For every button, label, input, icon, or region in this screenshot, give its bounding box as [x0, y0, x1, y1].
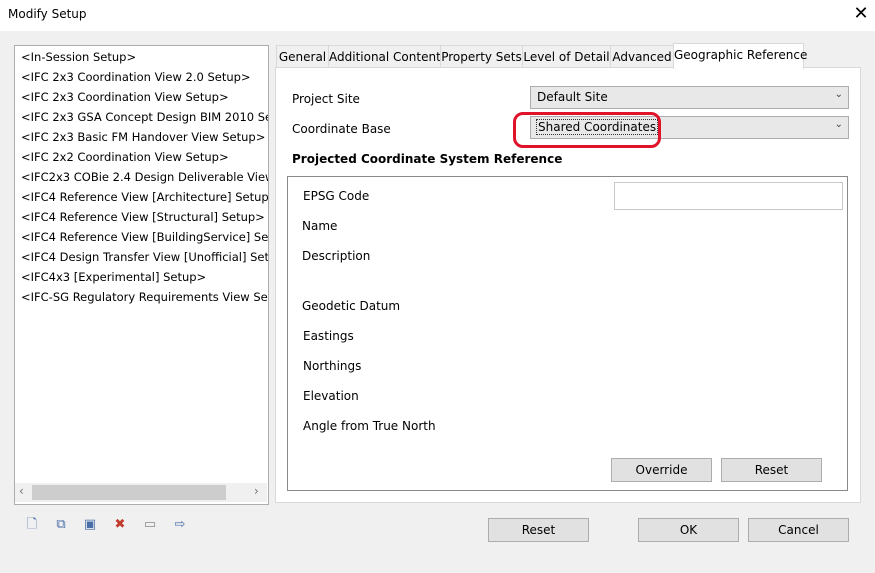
list-item[interactable]: <IFC 2x2 Coordination View Setup> [21, 147, 229, 167]
scroll-right-icon[interactable]: › [254, 484, 259, 498]
list-item[interactable]: <IFC-SG Regulatory Requirements View Set… [21, 287, 268, 307]
epsg-code-label: EPSG Code [303, 189, 370, 203]
scrollbar-thumb[interactable] [32, 485, 226, 500]
project-site-value: Default Site [537, 90, 608, 104]
highlight-annotation [513, 112, 661, 148]
list-item[interactable]: <IFC4 Reference View [Architecture] Setu… [21, 187, 268, 207]
list-item[interactable]: <IFC 2x3 GSA Concept Design BIM 2010 Set… [21, 107, 268, 127]
list-item[interactable]: <IFC4 Reference View [BuildingService] S… [21, 227, 268, 247]
override-button[interactable]: Override [611, 458, 712, 482]
elevation-label: Elevation [303, 389, 359, 403]
epsg-code-input[interactable] [614, 182, 843, 210]
scroll-left-icon[interactable]: ‹ [19, 484, 24, 498]
new-setup-icon[interactable]: 🗋 [23, 516, 41, 534]
window-title: Modify Setup [8, 7, 87, 21]
list-item[interactable]: <IFC2x3 COBie 2.4 Design Deliverable Vie… [21, 167, 268, 187]
name-label: Name [302, 219, 338, 233]
delete-setup-icon[interactable]: ✖ [111, 516, 129, 534]
list-item[interactable]: <IFC 2x3 Coordination View 2.0 Setup> [21, 67, 251, 87]
project-site-label: Project Site [292, 92, 360, 106]
coordinate-base-label: Coordinate Base [292, 122, 391, 136]
export-setup-icon[interactable]: ⇨ [171, 516, 189, 534]
northings-label: Northings [303, 359, 362, 373]
tab-additional-content[interactable]: Additional Content [328, 45, 441, 68]
list-item[interactable]: <In-Session Setup> [21, 47, 136, 67]
list-item[interactable]: <IFC 2x3 Coordination View Setup> [21, 87, 229, 107]
geodetic-datum-label: Geodetic Datum [302, 299, 401, 313]
rename-setup-icon[interactable]: ▣ [81, 516, 99, 534]
angle-from-true-north-label: Angle from True North [303, 419, 436, 433]
chevron-down-icon: ⌄ [834, 119, 843, 130]
tab-advanced[interactable]: Advanced [610, 45, 674, 68]
ok-button[interactable]: OK [638, 518, 739, 542]
list-item[interactable]: <IFC 2x3 Basic FM Handover View Setup> [21, 127, 265, 147]
list-item[interactable]: <IFC4 Design Transfer View [Unofficial] … [21, 247, 268, 267]
list-item[interactable]: <IFC4x3 [Experimental] Setup> [21, 267, 206, 287]
section-title: Projected Coordinate System Reference [292, 152, 563, 166]
close-icon[interactable]: ✕ [850, 3, 872, 24]
tab-property-sets[interactable]: Property Sets [440, 45, 523, 68]
geo-reset-button[interactable]: Reset [721, 458, 822, 482]
eastings-label: Eastings [303, 329, 354, 343]
coordinate-system-group [287, 176, 848, 491]
description-label: Description [302, 249, 371, 263]
list-item[interactable]: <IFC4 Reference View [Structural] Setup> [21, 207, 265, 227]
duplicate-setup-icon[interactable]: ⧉ [52, 516, 70, 534]
setup-list[interactable]: <In-Session Setup> <IFC 2x3 Coordination… [14, 45, 269, 505]
project-site-select[interactable]: Default Site ⌄ [530, 86, 849, 109]
tab-geographic-reference[interactable]: Geographic Reference [673, 43, 807, 69]
reset-button[interactable]: Reset [488, 518, 589, 542]
tab-level-of-detail[interactable]: Level of Detail [522, 45, 611, 68]
tab-general[interactable]: General [276, 45, 329, 68]
title-bar [0, 0, 875, 31]
import-setup-icon[interactable]: ▭ [141, 516, 159, 534]
chevron-down-icon: ⌄ [834, 89, 843, 100]
cancel-button[interactable]: Cancel [748, 518, 849, 542]
